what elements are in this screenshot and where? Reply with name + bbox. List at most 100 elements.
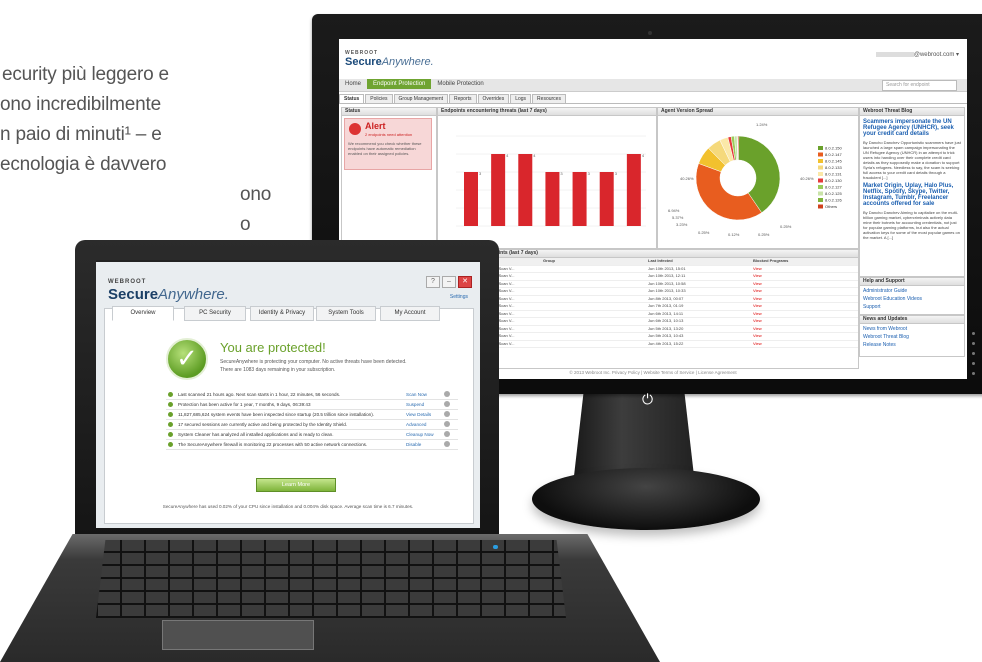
table-cell: Jun 10th 2013, 15:01 <box>648 265 686 271</box>
gear-icon[interactable] <box>444 401 450 407</box>
table-row: Webroot Default Policy with Deep Scan V.… <box>438 326 858 333</box>
legend-label: 8.0.2.125 <box>825 191 842 196</box>
status-action-link[interactable]: Scan Now <box>406 390 427 399</box>
bar[interactable] <box>545 172 560 226</box>
infected-endpoints-panel: Recently infected endpoints (last 7 days… <box>437 249 859 369</box>
table-row: Webroot Default Policy with Deep Scan V.… <box>438 288 858 296</box>
close-icon[interactable]: ✕ <box>458 276 472 288</box>
tab-group-management[interactable]: Group Management <box>393 94 448 103</box>
help-link[interactable]: Support <box>863 304 961 310</box>
tab-overrides[interactable]: Overrides <box>477 94 510 103</box>
legend-swatch <box>818 146 823 150</box>
settings-link[interactable]: Settings <box>450 294 468 300</box>
bar[interactable] <box>464 172 478 226</box>
tab-overview[interactable]: Overview <box>112 306 174 321</box>
learn-more-button[interactable]: Learn More <box>256 478 336 492</box>
news-link[interactable]: News from Webroot <box>863 326 961 332</box>
view-link[interactable]: View <box>753 341 858 348</box>
view-link[interactable]: View <box>753 288 858 295</box>
table-cell: Jun 7th 2013, 01:19 <box>648 303 684 308</box>
nav-mobile-protection[interactable]: Mobile Protection <box>431 79 489 89</box>
column-header[interactable]: Last Infected <box>648 258 753 265</box>
legend-swatch <box>818 172 823 176</box>
view-link[interactable]: View <box>753 273 858 280</box>
gear-icon[interactable] <box>444 391 450 397</box>
bar[interactable] <box>518 154 533 226</box>
gear-icon[interactable] <box>444 431 450 437</box>
table-cell: Jun 10th 2013, 10:58 <box>648 280 686 286</box>
view-link[interactable]: View <box>753 333 858 340</box>
pie-slice[interactable] <box>737 135 740 161</box>
infected-endpoints-title: Recently infected endpoints (last 7 days… <box>438 250 858 258</box>
status-row: System Cleaner has analyzed all installe… <box>166 430 458 440</box>
status-action-link[interactable]: Cleanup Now <box>406 430 434 439</box>
table-row: Webroot Default Policy with Deep Scan V.… <box>438 295 858 303</box>
table-row: Webroot Default Policy with Deep Scan V.… <box>438 273 858 281</box>
table-cell <box>543 326 648 333</box>
blog-post-title[interactable]: Scammers impersonate the UN Refugee Agen… <box>863 119 961 137</box>
table-row: Webroot Default Policy with Deep Scan V.… <box>438 333 858 341</box>
legend-swatch <box>818 152 823 157</box>
user-menu[interactable]: @webroot.com ▾ <box>875 51 959 58</box>
tab-my-account[interactable]: My Account <box>380 306 440 321</box>
bar[interactable] <box>626 154 641 226</box>
news-link[interactable]: Release Notes <box>863 342 961 348</box>
blog-post-text: By Dancho Danchev Opportunistic scammers… <box>863 140 961 180</box>
tab-pc-security[interactable]: PC Security <box>184 306 246 321</box>
help-link[interactable]: Administrator Guide <box>863 288 961 294</box>
power-icon[interactable]: ⏻ <box>642 392 653 408</box>
status-action-link[interactable]: Advanced <box>406 420 426 429</box>
window-controls: ? – ✕ <box>426 276 472 288</box>
tab-logs[interactable]: Logs <box>510 94 532 103</box>
status-action-link[interactable]: Suspend <box>406 400 424 409</box>
table-cell <box>543 311 648 318</box>
table-cell <box>543 318 648 325</box>
bar[interactable] <box>491 154 506 226</box>
view-link[interactable]: View <box>753 266 858 273</box>
threats-chart-panel: Endpoints encountering threats (last 7 d… <box>437 107 657 249</box>
bar[interactable] <box>572 172 587 226</box>
status-action-link[interactable]: Disable <box>406 440 421 449</box>
gear-icon[interactable] <box>444 441 450 447</box>
view-link[interactable]: View <box>753 318 858 325</box>
tab-status[interactable]: Status <box>339 94 365 103</box>
bar[interactable] <box>599 172 614 226</box>
status-action-link[interactable]: View Details <box>406 410 431 419</box>
status-row: Protection has been active for 1 year, 7… <box>166 400 458 410</box>
pie-data-label: 5.37% <box>672 215 684 220</box>
help-link[interactable]: Webroot Education Videos <box>863 296 961 302</box>
tab-identity-privacy[interactable]: Identity & Privacy <box>250 306 314 321</box>
news-link[interactable]: Webroot Threat Blog <box>863 334 961 340</box>
tab-resources[interactable]: Resources <box>532 94 566 103</box>
view-link[interactable]: View <box>753 303 858 310</box>
status-text: Last scanned 21 hours ago. Next scan sta… <box>178 392 341 397</box>
table-cell: Jun 8th 2013, 00:07 <box>648 295 684 301</box>
legend-label: 8.0.2.127 <box>825 185 842 190</box>
view-link[interactable]: View <box>753 281 858 288</box>
blog-post-title[interactable]: Market Origin, Uplay, Halo Plus, Netflix… <box>863 183 961 207</box>
alert-link[interactable]: 2 endpoints need attention <box>365 132 412 137</box>
status-text: The SecureAnywhere firewall is monitorin… <box>178 442 368 447</box>
tab-system-tools[interactable]: System Tools <box>316 306 376 321</box>
column-header[interactable]: Blocked Programs <box>753 258 858 265</box>
view-link[interactable]: View <box>753 296 858 303</box>
nav-endpoint-protection[interactable]: Endpoint Protection <box>367 79 432 89</box>
endpoint-search-input[interactable]: Search for endpoint <box>882 80 957 91</box>
gear-icon[interactable] <box>444 421 450 427</box>
minimize-icon[interactable]: – <box>442 276 456 288</box>
status-panel: Status Alert 2 endpoints need attention … <box>341 107 437 249</box>
view-link[interactable]: View <box>753 326 858 333</box>
table-cell: Jun 10th 2013, 12:11 <box>648 273 686 278</box>
tab-reports[interactable]: Reports <box>449 94 477 103</box>
nav-home[interactable]: Home <box>339 79 367 89</box>
monitor-buttons <box>972 332 976 382</box>
gear-icon[interactable] <box>444 411 450 417</box>
view-link[interactable]: View <box>753 311 858 318</box>
alert-hand-icon <box>349 123 361 135</box>
column-header[interactable]: Group <box>543 258 648 265</box>
pie-data-label: 0.25% <box>758 232 770 237</box>
legend-label: 8.0.2.150 <box>825 146 842 151</box>
help-icon[interactable]: ? <box>426 276 440 288</box>
tab-policies[interactable]: Policies <box>365 94 393 103</box>
pie-data-label: 0.25% <box>698 230 710 235</box>
